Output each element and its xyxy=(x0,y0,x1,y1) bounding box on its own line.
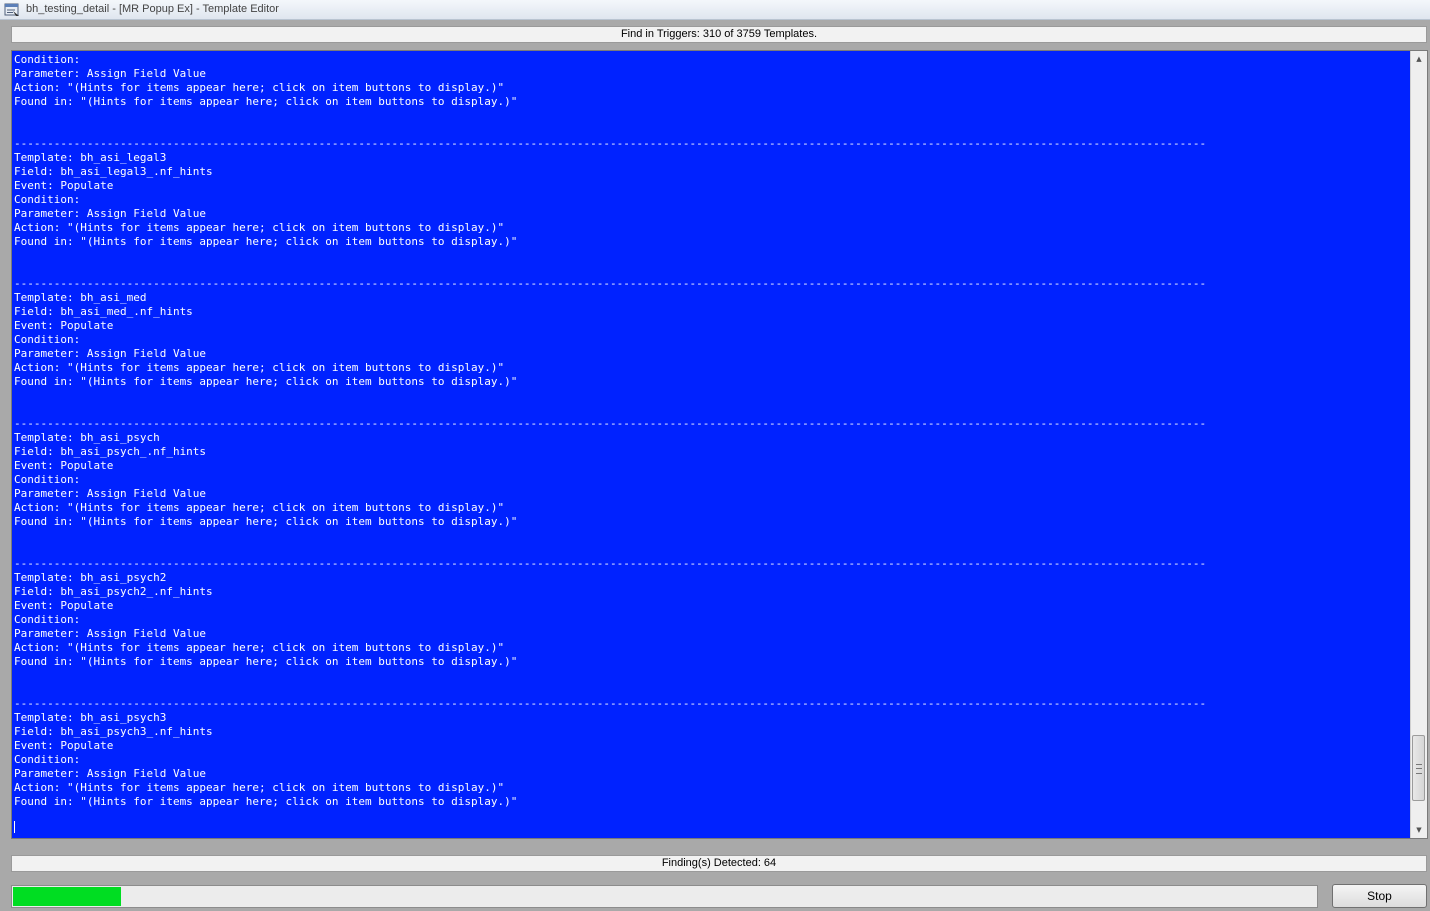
template-editor-icon xyxy=(4,3,19,16)
results-panel[interactable]: Condition: Parameter: Assign Field Value… xyxy=(11,50,1428,839)
window-title: bh_testing_detail - [MR Popup Ex] - Temp… xyxy=(26,3,279,15)
find-status-bar: Find in Triggers: 310 of 3759 Templates. xyxy=(11,26,1427,43)
results-log: Condition: Parameter: Assign Field Value… xyxy=(14,53,1207,808)
scroll-down-arrow-icon[interactable]: ▼ xyxy=(1411,822,1427,838)
title-bar: bh_testing_detail - [MR Popup Ex] - Temp… xyxy=(0,0,1430,20)
progress-fill xyxy=(13,887,121,906)
results-text-area[interactable]: Condition: Parameter: Assign Field Value… xyxy=(12,51,1410,838)
scrollbar-grip-icon xyxy=(1416,764,1422,774)
vertical-scrollbar[interactable]: ▲ ▼ xyxy=(1410,51,1427,838)
scrollbar-thumb[interactable] xyxy=(1412,735,1425,801)
text-caret xyxy=(14,821,15,833)
progress-bar xyxy=(11,885,1318,908)
stop-button[interactable]: Stop xyxy=(1332,884,1427,908)
findings-status-bar: Finding(s) Detected: 64 xyxy=(11,855,1427,872)
scroll-up-arrow-icon[interactable]: ▲ xyxy=(1411,51,1427,67)
